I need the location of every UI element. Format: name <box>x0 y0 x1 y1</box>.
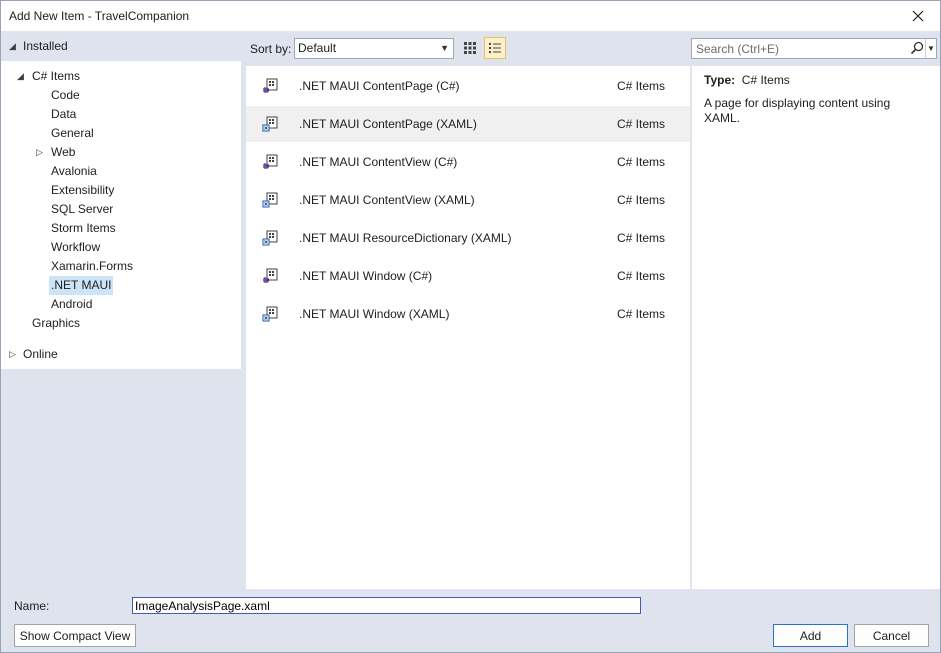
template-list: .NET MAUI ContentPage (C#) C# Items .NET M… <box>246 66 690 589</box>
list-view-icon <box>489 43 501 53</box>
name-input[interactable] <box>132 597 641 614</box>
list-view-button[interactable] <box>484 37 506 59</box>
template-row[interactable]: .NET MAUI ContentPage (C#) C# Items <box>246 68 690 104</box>
template-category: C# Items <box>617 193 666 207</box>
template-name: .NET MAUI Window (XAML) <box>299 307 450 321</box>
template-name: .NET MAUI ContentPage (XAML) <box>299 117 477 131</box>
tree-item-data[interactable]: Data <box>49 105 78 124</box>
tree-item-graphics[interactable]: Graphics <box>30 314 82 333</box>
collapsed-arrow-icon: ▷ <box>9 349 16 359</box>
template-name: .NET MAUI Window (C#) <box>299 269 433 283</box>
sort-label: Sort by: <box>250 42 292 56</box>
template-category: C# Items <box>617 79 666 93</box>
tree-item-sql-server[interactable]: SQL Server <box>49 200 115 219</box>
tree-item-extensibility[interactable]: Extensibility <box>49 181 116 200</box>
template-name: .NET MAUI ResourceDictionary (XAML) <box>299 231 512 245</box>
template-category: C# Items <box>617 269 666 283</box>
search-icon[interactable] <box>910 41 924 55</box>
close-icon <box>912 10 924 22</box>
chevron-down-icon: ▼ <box>440 43 449 53</box>
xaml-page-icon <box>262 116 278 132</box>
tree-item-web[interactable]: Web <box>49 143 77 162</box>
template-category: C# Items <box>617 307 666 321</box>
collapsed-arrow-icon[interactable]: ▷ <box>36 143 43 162</box>
template-description: A page for displaying content using XAML… <box>704 96 891 125</box>
window-title: Add New Item - TravelCompanion <box>9 9 190 23</box>
type-value: C# Items <box>741 73 790 87</box>
xaml-page-icon <box>262 306 278 322</box>
cancel-button[interactable]: Cancel <box>854 624 929 647</box>
tree-item-android[interactable]: Android <box>49 295 94 314</box>
show-compact-view-button[interactable]: Show Compact View <box>14 624 136 647</box>
search-options-dropdown[interactable]: ▼ <box>925 39 936 58</box>
sort-dropdown[interactable]: Default ▼ <box>294 38 454 59</box>
csharp-page-icon <box>262 154 278 170</box>
tree-item-code[interactable]: Code <box>49 86 82 105</box>
template-name: .NET MAUI ContentPage (C#) <box>299 79 460 93</box>
name-label: Name: <box>14 599 50 613</box>
template-category: C# Items <box>617 117 666 131</box>
template-name: .NET MAUI ContentView (XAML) <box>299 193 475 207</box>
expanded-arrow-icon: ◢ <box>9 40 16 51</box>
grid-view-icon <box>464 42 476 54</box>
type-label: Type: <box>704 73 736 87</box>
sort-toolbar: Sort by: Default ▼ <box>246 37 692 61</box>
template-name: .NET MAUI ContentView (C#) <box>299 155 458 169</box>
template-row[interactable]: .NET MAUI ResourceDictionary (XAML) C# It… <box>246 220 690 256</box>
tree-item-workflow[interactable]: Workflow <box>49 238 102 257</box>
add-new-item-dialog: Add New Item - TravelCompanion ◢ Install… <box>0 0 941 653</box>
template-row[interactable]: .NET MAUI Window (XAML) C# Items <box>246 296 690 332</box>
close-button[interactable] <box>898 2 938 30</box>
grid-view-button[interactable] <box>459 37 481 59</box>
tree-item-storm-items[interactable]: Storm Items <box>49 219 118 238</box>
category-panel: ◢ Installed ◢ C# Items Code Data General… <box>1 31 241 589</box>
template-row[interactable]: .NET MAUI Window (C#) C# Items <box>246 258 690 294</box>
tree-item-csharp-items[interactable]: C# Items <box>30 67 82 86</box>
tree-item-dotnet-maui[interactable]: .NET MAUI <box>49 276 114 295</box>
csharp-page-icon <box>262 78 278 94</box>
search-input[interactable] <box>692 39 906 58</box>
template-row[interactable]: .NET MAUI ContentPage (XAML) C# Items <box>246 106 690 142</box>
search-box: ▼ <box>691 38 937 59</box>
tree-item-avalonia[interactable]: Avalonia <box>49 162 99 181</box>
online-node[interactable]: ▷ Online <box>1 344 241 364</box>
tree-item-general[interactable]: General <box>49 124 96 143</box>
detail-type: Type: C# Items <box>704 73 790 87</box>
add-button[interactable]: Add <box>773 624 848 647</box>
template-category: C# Items <box>617 231 666 245</box>
sort-value: Default <box>298 41 337 55</box>
title-bar: Add New Item - TravelCompanion <box>1 1 940 31</box>
template-category: C# Items <box>617 155 666 169</box>
template-row[interactable]: .NET MAUI ContentView (C#) C# Items <box>246 144 690 180</box>
xaml-page-icon <box>262 192 278 208</box>
csharp-page-icon <box>262 268 278 284</box>
installed-node[interactable]: ◢ Installed <box>1 36 241 56</box>
xaml-page-icon <box>262 230 278 246</box>
online-label: Online <box>23 347 58 361</box>
tree-item-xamarin-forms[interactable]: Xamarin.Forms <box>49 257 135 276</box>
template-row[interactable]: .NET MAUI ContentView (XAML) C# Items <box>246 182 690 218</box>
installed-label: Installed <box>23 39 68 53</box>
category-tree: ◢ C# Items Code Data General ▷ Web Avalo… <box>1 61 241 369</box>
template-details: Type: C# Items A page for displaying con… <box>691 66 940 589</box>
expanded-arrow-icon: ◢ <box>17 71 24 81</box>
